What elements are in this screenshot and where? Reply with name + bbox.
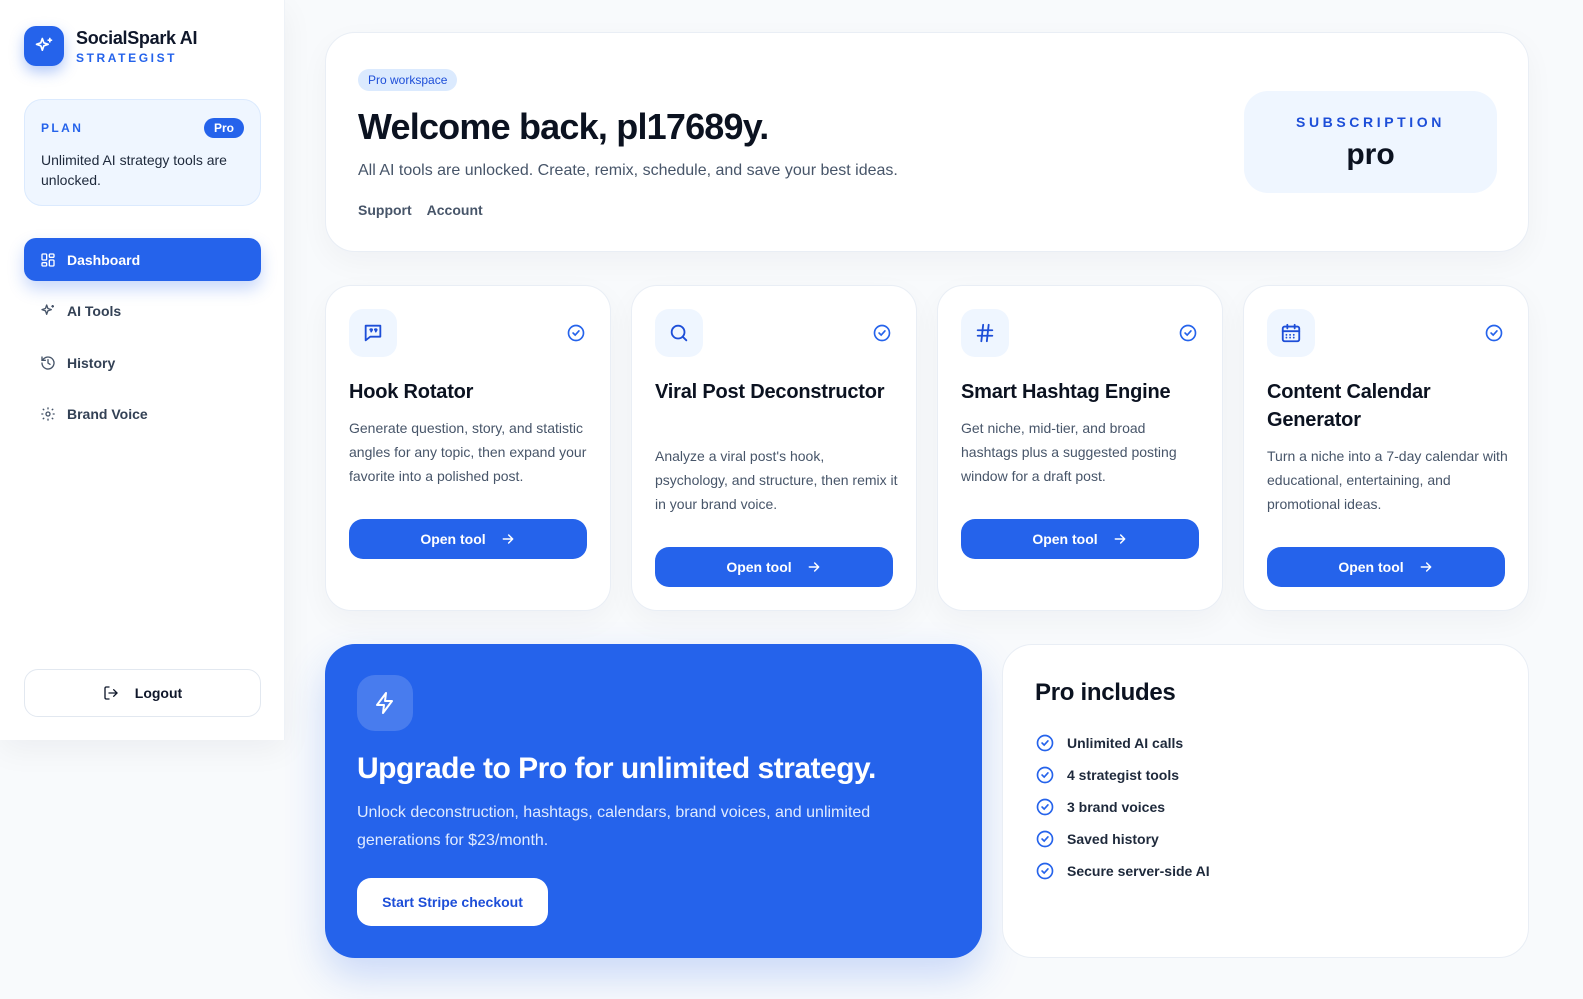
sparkles-icon <box>40 303 56 319</box>
plan-card: PLAN Pro Unlimited AI strategy tools are… <box>24 99 261 206</box>
sidebar-item-dashboard[interactable]: Dashboard <box>24 238 261 281</box>
list-item: Secure server-side AI <box>1035 855 1210 887</box>
chat-icon <box>349 309 397 357</box>
account-link[interactable]: Account <box>427 202 483 218</box>
tool-description: Generate question, story, and statistic … <box>349 420 587 484</box>
tool-description: Analyze a viral post's hook, psychology,… <box>655 448 898 512</box>
arrow-right-icon <box>1112 531 1128 547</box>
button-label: Open tool <box>726 559 792 575</box>
tool-title: Content Calendar Generator <box>1267 381 1431 431</box>
logout-icon <box>103 685 119 701</box>
brand[interactable]: SocialSpark AI STRATEGIST <box>24 26 197 66</box>
workspace-pill: Pro workspace <box>358 69 458 91</box>
button-label: Open tool <box>420 531 486 547</box>
hashtag-icon <box>961 309 1009 357</box>
open-tool-button[interactable]: Open tool <box>655 547 893 587</box>
check-circle-icon <box>1484 323 1504 343</box>
check-circle-icon <box>1035 829 1055 849</box>
check-circle-icon <box>1035 733 1055 753</box>
history-icon <box>40 355 56 371</box>
list-item-label: Saved history <box>1067 831 1159 847</box>
logout-button[interactable]: Logout <box>24 669 261 717</box>
sidebar-item-label: AI Tools <box>67 303 122 319</box>
calendar-icon <box>1267 309 1315 357</box>
start-checkout-button[interactable]: Start Stripe checkout <box>357 878 548 926</box>
check-circle-icon <box>1035 797 1055 817</box>
check-circle-icon <box>1035 861 1055 881</box>
list-item-label: Unlimited AI calls <box>1067 735 1184 751</box>
sidebar-item-brand-voice[interactable]: Brand Voice <box>24 393 261 436</box>
tool-card-content-calendar-generator: Content Calendar Generator Turn a niche … <box>1243 285 1529 611</box>
tool-title: Hook Rotator <box>349 381 474 403</box>
page-title: Welcome back, pl17689y. <box>358 106 769 147</box>
open-tool-button[interactable]: Open tool <box>349 519 587 559</box>
tool-description: Turn a niche into a 7-day calendar with … <box>1267 448 1508 512</box>
lightning-icon <box>357 675 413 731</box>
check-circle-icon <box>872 323 892 343</box>
support-link[interactable]: Support <box>358 202 412 218</box>
brand-name: SocialSpark AI <box>76 27 198 48</box>
hero-links: Support Account <box>358 202 498 218</box>
plan-label: PLAN <box>41 121 84 135</box>
includes-title: Pro includes <box>1035 679 1176 706</box>
tool-title: Smart Hashtag Engine <box>961 381 1171 403</box>
plan-description: Unlimited AI strategy tools are unlocked… <box>41 152 227 188</box>
list-item-label: Secure server-side AI <box>1067 863 1210 879</box>
sidebar-item-history[interactable]: History <box>24 341 261 384</box>
open-tool-button[interactable]: Open tool <box>961 519 1199 559</box>
check-circle-icon <box>566 323 586 343</box>
upgrade-title: Upgrade to Pro for unlimited strategy. <box>357 752 876 785</box>
list-item: 3 brand voices <box>1035 791 1210 823</box>
upgrade-card: Upgrade to Pro for unlimited strategy. U… <box>325 644 982 958</box>
search-icon <box>655 309 703 357</box>
button-label: Open tool <box>1338 559 1404 575</box>
arrow-right-icon <box>500 531 516 547</box>
sidebar-item-label: Dashboard <box>67 251 141 268</box>
open-tool-button[interactable]: Open tool <box>1267 547 1505 587</box>
sidebar: SocialSpark AI STRATEGIST PLAN Pro Unlim… <box>0 0 285 740</box>
includes-list: Unlimited AI calls 4 strategist tools 3 … <box>1035 727 1210 887</box>
sidebar-item-label: History <box>67 354 116 371</box>
button-label: Open tool <box>1032 531 1098 547</box>
pro-includes-card: Pro includes Unlimited AI calls 4 strate… <box>1002 644 1529 958</box>
list-item: Unlimited AI calls <box>1035 727 1210 759</box>
list-item: 4 strategist tools <box>1035 759 1210 791</box>
grid-icon <box>40 252 56 268</box>
gear-icon <box>40 406 56 422</box>
tool-title: Viral Post Deconstructor <box>655 381 885 403</box>
sidebar-item-ai-tools[interactable]: AI Tools <box>24 290 261 333</box>
check-circle-icon <box>1178 323 1198 343</box>
list-item-label: 3 brand voices <box>1067 799 1166 815</box>
sidebar-item-label: Brand Voice <box>67 406 148 422</box>
arrow-right-icon <box>806 559 822 575</box>
subscription-value: pro <box>1346 138 1395 171</box>
tool-description: Get niche, mid-tier, and broad hashtags … <box>961 420 1177 484</box>
sparkles-icon <box>24 26 64 66</box>
list-item-label: 4 strategist tools <box>1067 767 1180 783</box>
arrow-right-icon <box>1418 559 1434 575</box>
brand-subtitle: STRATEGIST <box>76 50 178 65</box>
tool-card-hook-rotator: Hook Rotator Generate question, story, a… <box>325 285 611 611</box>
sidebar-nav: Dashboard AI Tools History Brand Voice <box>24 238 261 444</box>
tool-card-smart-hashtag-engine: Smart Hashtag Engine Get niche, mid-tier… <box>937 285 1223 611</box>
subscription-label: SUBSCRIPTION <box>1296 114 1445 130</box>
check-circle-icon <box>1035 765 1055 785</box>
upgrade-description: Unlock deconstruction, hashtags, calenda… <box>357 804 871 849</box>
tool-card-viral-post-deconstructor: Viral Post Deconstructor Analyze a viral… <box>631 285 917 611</box>
subscription-card: SUBSCRIPTION pro <box>1244 91 1497 193</box>
welcome-hero: Pro workspace Welcome back, pl17689y. Al… <box>325 32 1529 252</box>
list-item: Saved history <box>1035 823 1210 855</box>
plan-badge: Pro <box>203 118 244 138</box>
hero-description: All AI tools are unlocked. Create, remix… <box>358 162 898 179</box>
logout-label: Logout <box>134 685 183 701</box>
